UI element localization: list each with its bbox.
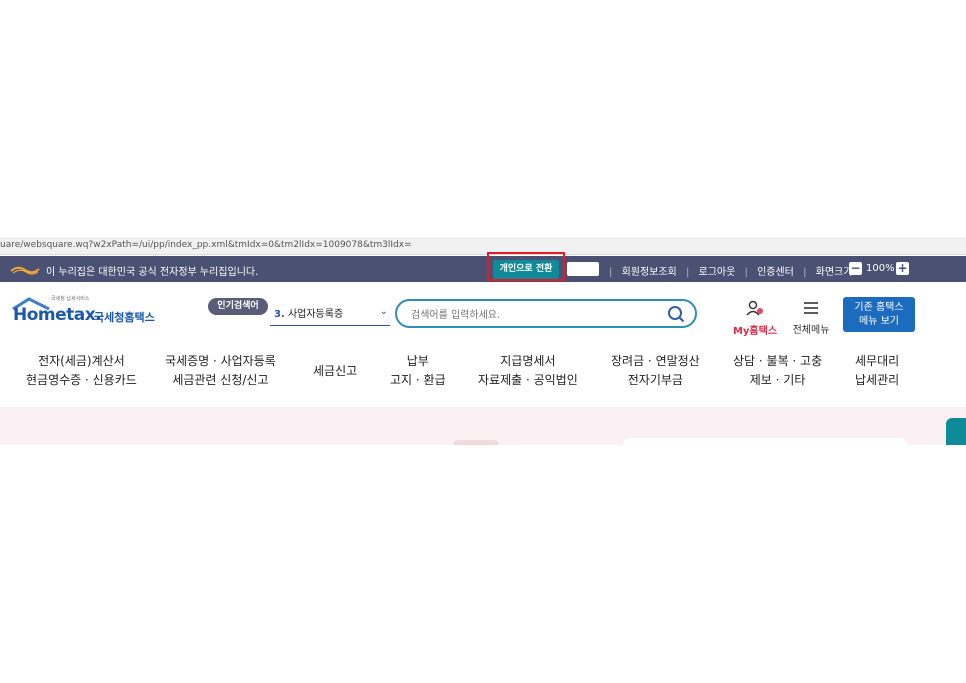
nav-item-line2: 납세관리 xyxy=(855,373,900,387)
user-profile-icon xyxy=(746,300,763,316)
switch-button-highlight xyxy=(487,252,565,281)
nav-item-payment-statement[interactable]: 지급명세서 자료제출 · 공익법인 xyxy=(478,352,578,390)
all-menu-button[interactable]: 전체메뉴 xyxy=(788,300,834,336)
nav-item-line1: 납부 xyxy=(406,354,429,368)
nav-item-incentive[interactable]: 장려금 · 연말정산 전자기부금 xyxy=(611,352,700,390)
nav-item-line1: 지급명세서 xyxy=(500,354,556,368)
legacy-menu-line2: 메뉴 보기 xyxy=(859,316,899,327)
logo-english-text: Hometax. xyxy=(13,305,102,325)
certificate-center-link[interactable]: 인증센터 xyxy=(757,263,794,278)
nav-item-line1: 국세증명 · 사업자등록 xyxy=(165,354,276,368)
chevron-down-icon: ⌄ xyxy=(379,306,388,317)
hamburger-menu-icon xyxy=(804,302,818,314)
popular-search-dropdown[interactable]: 3. 사업자등록증 ⌄ xyxy=(270,305,390,326)
search-icon[interactable] xyxy=(667,305,685,323)
screen-size-label: 화면크기 xyxy=(815,267,853,278)
nav-item-e-invoice[interactable]: 전자(세금)계산서 현금영수증 · 신용카드 xyxy=(26,352,137,390)
side-quick-tab[interactable] xyxy=(946,418,966,445)
main-navigation: 전자(세금)계산서 현금영수증 · 신용카드 국세증명 · 사업자등록 세금관련… xyxy=(0,352,966,402)
logo-korean-text: 국세청홈택스 xyxy=(94,311,155,324)
nav-item-line1: 세무대리 xyxy=(855,354,900,368)
banner-decoration xyxy=(453,440,499,445)
nav-item-line1: 세금신고 xyxy=(313,364,358,378)
nav-item-tax-agent[interactable]: 세무대리 납세관리 xyxy=(855,352,899,390)
zoom-in-button[interactable]: + xyxy=(896,262,909,275)
divider: | xyxy=(803,267,807,278)
nav-item-line1: 전자(세금)계산서 xyxy=(38,354,125,368)
my-hometax-label: My홈택스 xyxy=(732,326,778,337)
browser-address-bar[interactable]: uare/websquare.wq?w2xPath=/ui/pp/index_p… xyxy=(0,237,966,255)
nav-item-line2: 현금영수증 · 신용카드 xyxy=(26,373,137,387)
logo-tagline: 국세청 납세서비스 xyxy=(51,296,90,302)
nav-item-consultation[interactable]: 상담 · 불복 · 고충 제보 · 기타 xyxy=(733,352,822,390)
divider: | xyxy=(685,267,690,278)
nav-item-payment[interactable]: 납부 고지 · 환급 xyxy=(390,352,446,390)
my-hometax-button[interactable]: My홈택스 xyxy=(731,300,779,337)
utility-links: | 회원정보조회 | 로그아웃 | 인증센터 | 화면크기 xyxy=(603,263,852,278)
nav-item-line1: 상담 · 불복 · 고충 xyxy=(733,354,823,368)
legacy-menu-button[interactable]: 기존 홈택스 메뉴 보기 xyxy=(843,297,915,332)
hometax-logo[interactable]: 국세청 납세서비스 Hometax. 국세청홈택스 xyxy=(11,296,171,331)
divider: | xyxy=(609,267,613,278)
nav-item-line2: 고지 · 환급 xyxy=(390,373,446,387)
member-info-link[interactable]: 회원정보조회 xyxy=(622,263,677,278)
banner-card xyxy=(623,438,907,445)
gov-notice-text: 이 누리집은 대한민국 공식 전자정부 누리집입니다. xyxy=(46,267,259,278)
legacy-menu-line1: 기존 홈택스 xyxy=(854,302,904,313)
logout-link[interactable]: 로그아웃 xyxy=(699,263,736,278)
nav-item-line2: 세금관련 신청/신고 xyxy=(172,373,269,387)
nav-item-certificates[interactable]: 국세증명 · 사업자등록 세금관련 신청/신고 xyxy=(165,352,276,390)
search-input[interactable] xyxy=(409,306,663,324)
divider: | xyxy=(744,267,748,278)
zoom-level-value: 100% xyxy=(866,263,895,274)
popular-search-tag: 인기검색어 xyxy=(208,298,268,315)
username-field xyxy=(567,262,599,276)
nav-item-line2: 자료제출 · 공익법인 xyxy=(478,373,578,387)
all-menu-label: 전체메뉴 xyxy=(792,325,830,336)
nav-item-line2: 전자기부금 xyxy=(627,373,683,387)
popular-term: 사업자등록증 xyxy=(287,309,344,320)
nav-item-line2: 제보 · 기타 xyxy=(749,373,806,387)
government-emblem-icon xyxy=(10,266,40,275)
nav-item-tax-filing[interactable]: 세금신고 xyxy=(313,362,357,381)
nav-item-line1: 장려금 · 연말정산 xyxy=(611,354,700,368)
popular-rank: 3. xyxy=(274,309,285,320)
zoom-out-button[interactable]: − xyxy=(849,262,862,275)
search-box xyxy=(395,299,697,328)
browser-url-text: uare/websquare.wq?w2xPath=/ui/pp/index_p… xyxy=(0,240,412,250)
